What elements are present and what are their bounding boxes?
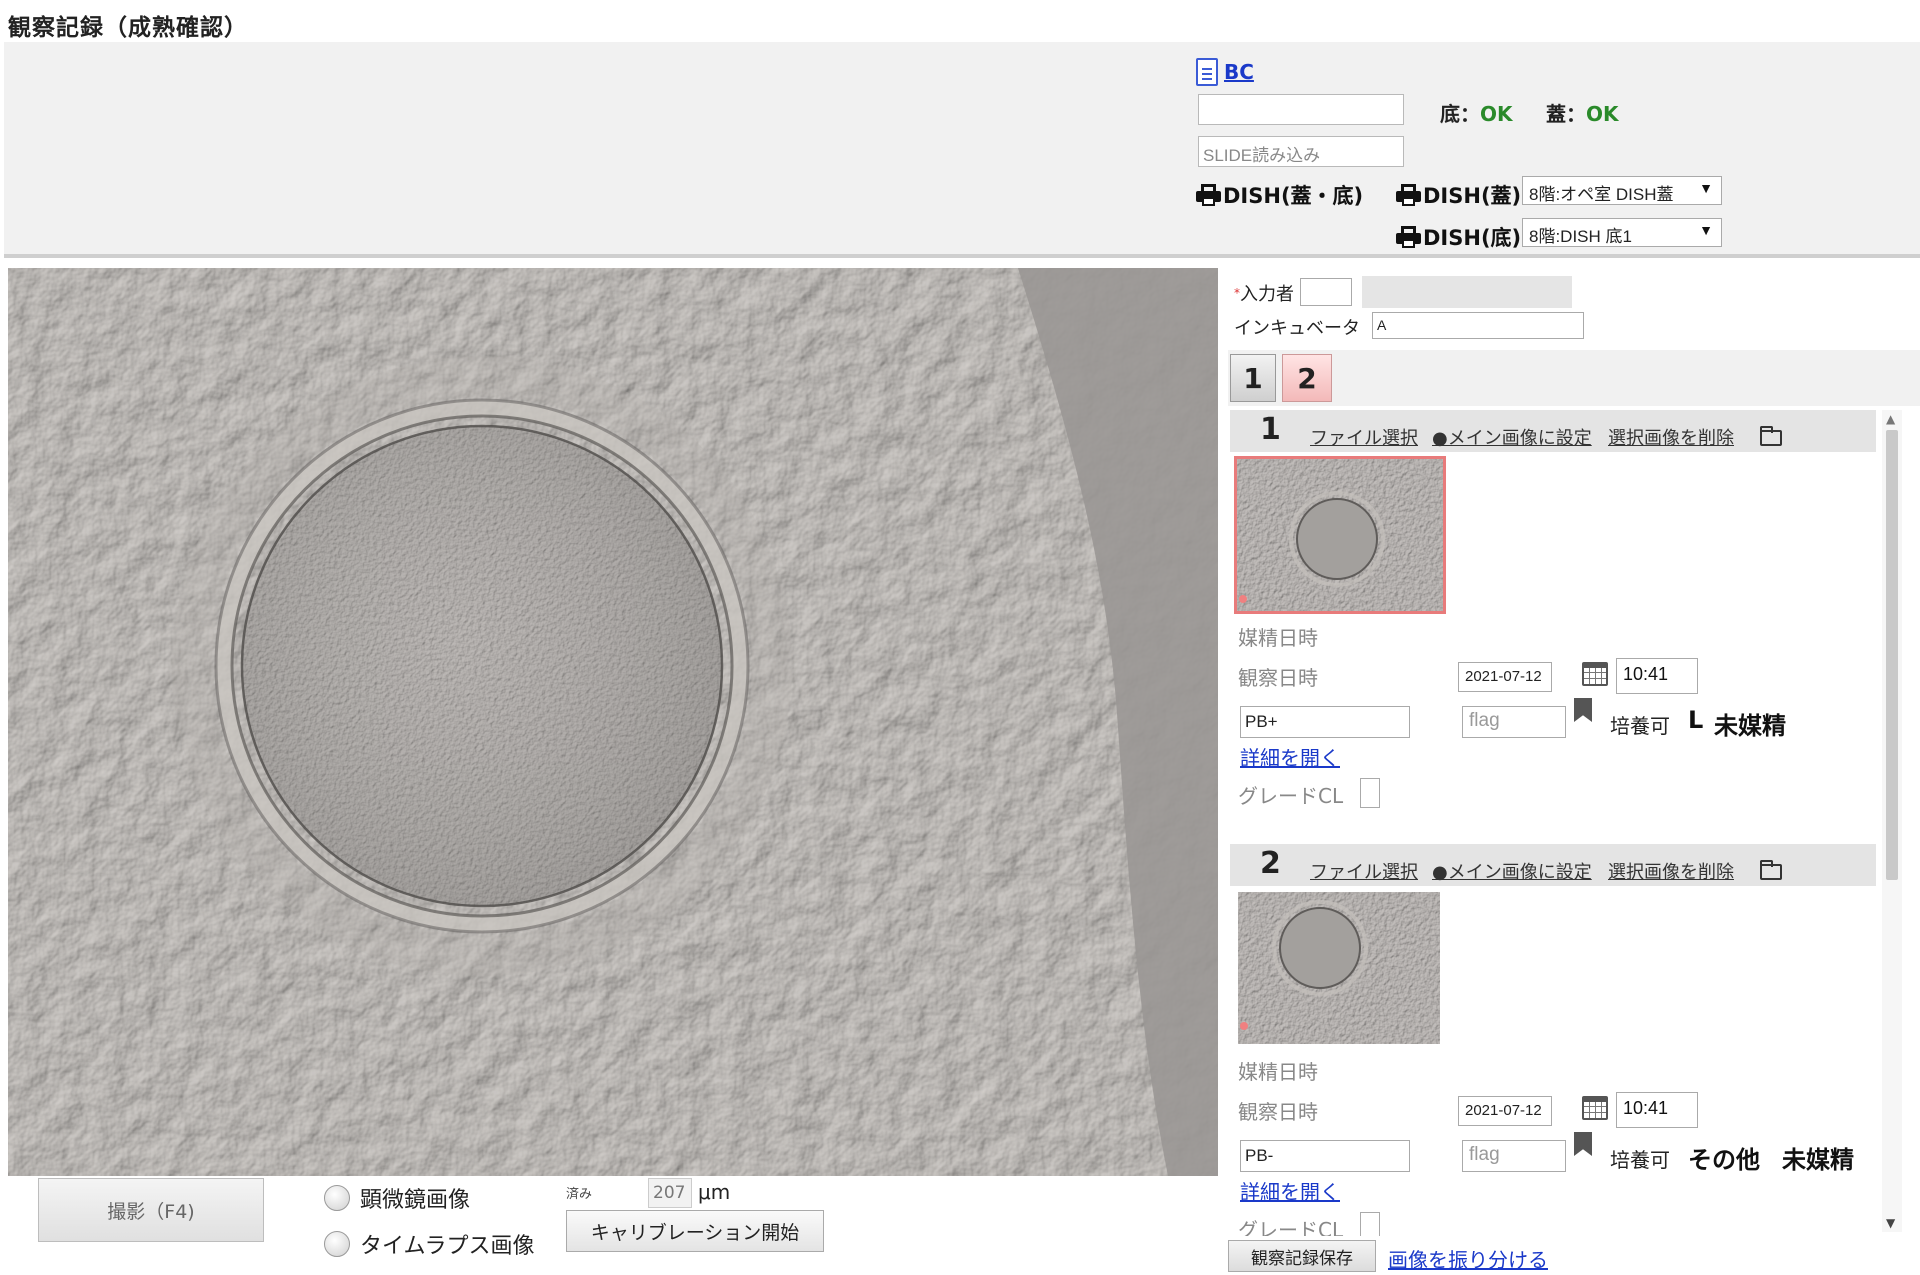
insemination-status: 未媒精 (1782, 1146, 1854, 1174)
radio-timelapse-label: タイムラプス画像 (360, 1234, 535, 1259)
insemination-status: 未媒精 (1714, 712, 1786, 740)
done-label: 済み (566, 1187, 593, 1202)
print-dish-both-label: DISH(蓋・底) (1223, 184, 1364, 208)
bookmark-icon[interactable] (1574, 698, 1592, 722)
incubator-label: インキュベータ (1234, 318, 1360, 339)
culture-label: 培養可 (1610, 1148, 1670, 1172)
grade-input[interactable] (1360, 778, 1380, 808)
barcode-input[interactable] (1198, 94, 1404, 125)
page-title: 観察記録（成熟確認） (8, 15, 248, 41)
open-details-link[interactable]: 詳細を開く (1240, 742, 1340, 771)
main-microscope-image (8, 268, 1218, 1176)
bc-link[interactable]: BC (1196, 58, 1254, 86)
bottom-status: 底：OK (1440, 98, 1513, 127)
records-scrollbar[interactable]: ▲ ▼ (1882, 410, 1902, 1232)
delete-selected-link[interactable]: 選択画像を削除 (1608, 424, 1734, 450)
file-select-link[interactable]: ファイル選択 (1310, 424, 1418, 450)
observation-time-input[interactable]: 10:41 (1616, 658, 1698, 694)
radio-button-icon (324, 1185, 350, 1211)
calibration-start-button[interactable]: キャリブレーション開始 (566, 1210, 824, 1252)
bottom-printer-select[interactable]: 8階:DISH 底1 ▼ (1522, 218, 1722, 247)
lid-printer-select-value: 8階:オペ室 DISH蓋 (1529, 185, 1674, 204)
insemination-label: 媒精日時 (1238, 1060, 1318, 1084)
dropdown-arrow-icon: ▼ (1699, 180, 1713, 196)
set-main-image-link[interactable]: ●メイン画像に設定 (1432, 858, 1592, 884)
printer-icon (1396, 226, 1421, 248)
records-panel: 1 ファイル選択 ●メイン画像に設定 選択画像を削除 媒精日時 観察日時 202… (1230, 406, 1898, 1236)
record-header: 1 ファイル選択 ●メイン画像に設定 選択画像を削除 (1230, 410, 1876, 452)
open-details-link[interactable]: 詳細を開く (1240, 1176, 1340, 1205)
stage-input[interactable]: PB- (1240, 1140, 1410, 1172)
bc-link-label: BC (1224, 60, 1254, 84)
calibration-unit: μm (698, 1180, 731, 1204)
operator-label: 入力者 (1240, 284, 1294, 305)
delete-selected-link[interactable]: 選択画像を削除 (1608, 858, 1734, 884)
record-number: 2 (1260, 846, 1281, 881)
printer-icon (1396, 184, 1421, 206)
flag-input[interactable]: flag (1462, 706, 1566, 738)
incubator-input[interactable]: A (1372, 312, 1584, 339)
operator-name-display (1362, 276, 1572, 308)
set-main-image-link[interactable]: ●メイン画像に設定 (1432, 424, 1592, 450)
save-record-button[interactable]: 観察記録保存 (1228, 1240, 1376, 1272)
operator-input[interactable] (1300, 278, 1352, 306)
scrollbar-thumb[interactable] (1886, 430, 1898, 880)
radio-button-icon (324, 1231, 350, 1257)
radio-microscope-label: 顕微鏡画像 (360, 1188, 471, 1213)
print-dish-bottom-button[interactable]: DISH(底) (1396, 222, 1521, 252)
lid-printer-select[interactable]: 8階:オペ室 DISH蓋 ▼ (1522, 176, 1722, 205)
observation-time-input[interactable]: 10:41 (1616, 1092, 1698, 1128)
radio-timelapse[interactable]: タイムラプス画像 (324, 1228, 534, 1260)
grade-input[interactable] (1360, 1212, 1380, 1236)
insemination-label: 媒精日時 (1238, 626, 1318, 650)
dropdown-arrow-icon: ▼ (1699, 222, 1713, 238)
bottom-status-label: 底： (1440, 102, 1480, 126)
grade-label: グレードCL (1238, 1218, 1344, 1236)
tab-1[interactable]: 1 (1230, 354, 1276, 402)
capture-button[interactable]: 撮影（F4) (38, 1178, 264, 1242)
scroll-up-icon[interactable]: ▲ (1886, 412, 1895, 426)
printer-icon (1196, 184, 1221, 206)
bookmark-icon[interactable] (1574, 1132, 1592, 1156)
record-header: 2 ファイル選択 ●メイン画像に設定 選択画像を削除 (1230, 844, 1876, 886)
observation-label: 観察日時 (1238, 666, 1318, 690)
lid-status-value: OK (1586, 102, 1619, 126)
observation-label: 観察日時 (1238, 1100, 1318, 1124)
file-select-link[interactable]: ファイル選択 (1310, 858, 1418, 884)
grade-label: グレードCL (1238, 784, 1344, 808)
operator-row: * 入力者 (1234, 280, 1294, 306)
record-thumbnail[interactable] (1238, 892, 1440, 1044)
record-thumbnail[interactable] (1234, 456, 1446, 614)
slide-input[interactable]: SLIDE読み込み (1198, 136, 1404, 167)
scroll-down-icon[interactable]: ▼ (1886, 1216, 1895, 1230)
stage-input[interactable]: PB+ (1240, 706, 1410, 738)
side-label: その他 (1688, 1146, 1760, 1174)
radio-microscope[interactable]: 顕微鏡画像 (324, 1182, 470, 1214)
lid-status: 蓋：OK (1546, 98, 1619, 127)
folder-icon[interactable] (1760, 860, 1782, 880)
print-dish-both-button[interactable]: DISH(蓋・底) (1196, 180, 1363, 210)
tab-2[interactable]: 2 (1282, 354, 1332, 402)
observation-date-input[interactable]: 2021-07-12 (1458, 662, 1552, 692)
folder-icon[interactable] (1760, 426, 1782, 446)
calibration-value-field[interactable]: 207 (648, 1178, 692, 1208)
observation-date-input[interactable]: 2021-07-12 (1458, 1096, 1552, 1126)
calendar-icon[interactable] (1582, 662, 1608, 686)
flag-input[interactable]: flag (1462, 1140, 1566, 1172)
bottom-status-value: OK (1480, 102, 1513, 126)
culture-label: 培養可 (1610, 714, 1670, 738)
sort-images-link[interactable]: 画像を振り分ける (1388, 1244, 1548, 1273)
record-number: 1 (1260, 412, 1281, 447)
calendar-icon[interactable] (1582, 1096, 1608, 1120)
print-dish-lid-button[interactable]: DISH(蓋) (1396, 180, 1521, 210)
lid-status-label: 蓋： (1546, 102, 1586, 126)
print-dish-bottom-label: DISH(底) (1423, 226, 1522, 250)
header-divider (4, 254, 1920, 258)
side-label: L (1688, 706, 1704, 734)
document-icon (1196, 58, 1218, 86)
print-dish-lid-label: DISH(蓋) (1423, 184, 1522, 208)
bottom-printer-select-value: 8階:DISH 底1 (1529, 227, 1632, 246)
